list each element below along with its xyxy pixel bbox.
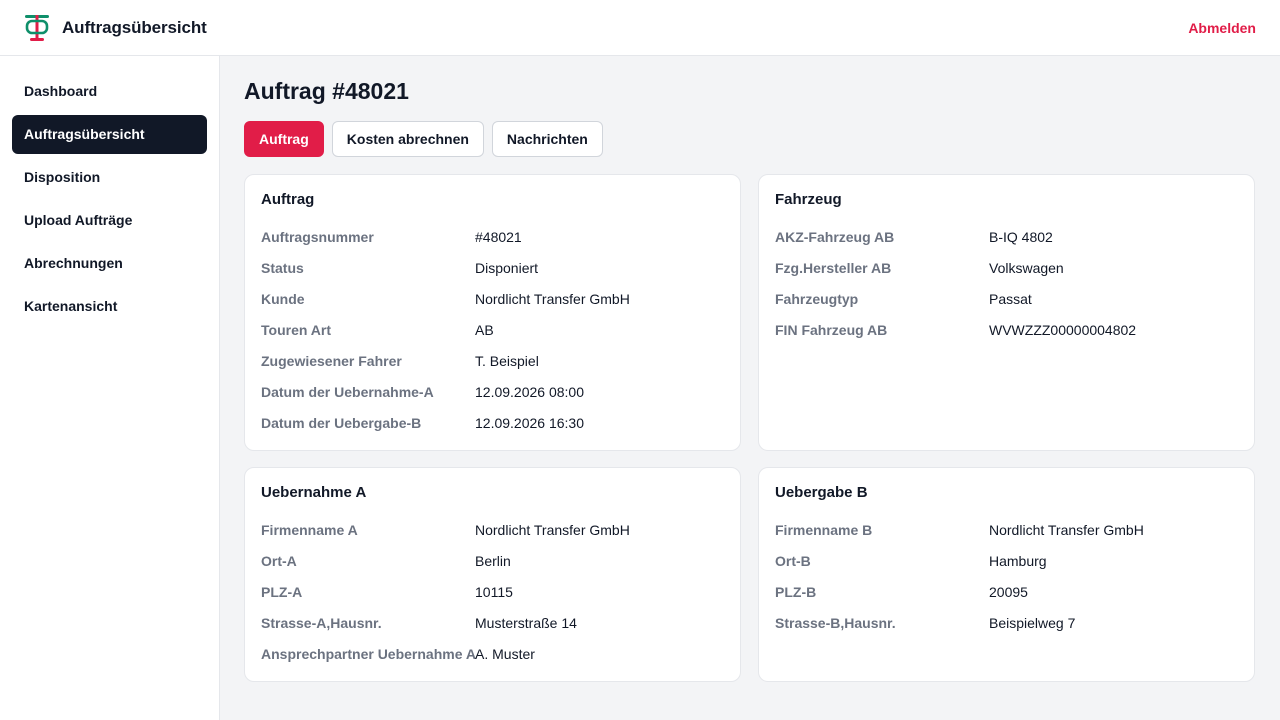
- detail-row: PLZ-A 10115: [261, 576, 724, 607]
- field-value: 10115: [475, 583, 513, 600]
- page-title: Auftrag #48021: [244, 78, 409, 104]
- sidebar-item-abrechnungen[interactable]: Abrechnungen: [12, 244, 207, 283]
- sidebar-item-dashboard[interactable]: Dashboard: [12, 72, 207, 111]
- field-value: Beispielweg 7: [989, 614, 1076, 631]
- main-content: Auftrag #48021 Auftrag Kosten abrechnen …: [244, 56, 1256, 682]
- detail-row: PLZ-B 20095: [775, 576, 1238, 607]
- detail-row: Datum der Uebergabe-B 12.09.2026 16:30: [261, 407, 724, 438]
- field-value: Berlin: [475, 552, 511, 569]
- field-label: Status: [261, 259, 304, 276]
- card-title: Uebernahme A: [261, 484, 367, 501]
- sidebar-item-upload-auftraege[interactable]: Upload Aufträge: [12, 201, 207, 240]
- field-value: T. Beispiel: [475, 352, 539, 369]
- field-value: Passat: [989, 290, 1032, 307]
- card-uebernahme-a: Uebernahme A Firmenname A Nordlicht Tran…: [244, 467, 741, 682]
- detail-row: Fahrzeugtyp Passat: [775, 283, 1238, 314]
- detail-row: Ort-A Berlin: [261, 545, 724, 576]
- field-label: FIN Fahrzeug AB: [775, 321, 888, 338]
- field-label: Ort-B: [775, 552, 811, 569]
- card-auftrag: Auftrag Auftragsnummer #48021 Status Dis…: [244, 174, 741, 451]
- field-value: 12.09.2026 08:00: [475, 383, 584, 400]
- field-value: WVWZZZ00000004802: [989, 321, 1137, 338]
- card-uebergabe-b: Uebergabe B Firmenname B Nordlicht Trans…: [758, 467, 1255, 682]
- tab-bar: Auftrag Kosten abrechnen Nachrichten: [244, 121, 1256, 157]
- field-label: AKZ-Fahrzeug AB: [775, 228, 895, 245]
- detail-row: AKZ-Fahrzeug AB B-IQ 4802: [775, 221, 1238, 252]
- field-label: Fzg.Hersteller AB: [775, 259, 892, 276]
- field-value: Disponiert: [475, 259, 539, 276]
- card-fahrzeug: Fahrzeug AKZ-Fahrzeug AB B-IQ 4802 Fzg.H…: [758, 174, 1255, 451]
- tram-icon: [24, 14, 50, 42]
- card-title: Uebergabe B: [775, 484, 868, 501]
- detail-row: Ort-B Hamburg: [775, 545, 1238, 576]
- detail-row: Strasse-A,Hausnr. Musterstraße 14: [261, 607, 724, 638]
- detail-grid: Auftrag Auftragsnummer #48021 Status Dis…: [244, 174, 1256, 682]
- field-value: Hamburg: [989, 552, 1047, 569]
- field-value: Nordlicht Transfer GmbH: [475, 521, 630, 538]
- detail-row: Auftragsnummer #48021: [261, 221, 724, 252]
- field-value: 12.09.2026 16:30: [475, 414, 584, 431]
- detail-row: Strasse-B,Hausnr. Beispielweg 7: [775, 607, 1238, 638]
- field-label: Datum der Uebergabe-B: [261, 414, 422, 431]
- detail-row: Kunde Nordlicht Transfer GmbH: [261, 283, 724, 314]
- tab-nachrichten[interactable]: Nachrichten: [491, 121, 603, 157]
- field-label: Firmenname B: [775, 521, 873, 538]
- field-label: Strasse-B,Hausnr.: [775, 614, 896, 631]
- tab-auftrag[interactable]: Auftrag: [244, 121, 324, 157]
- field-value: Nordlicht Transfer GmbH: [989, 521, 1144, 538]
- field-label: PLZ-A: [261, 583, 303, 600]
- detail-row: Firmenname A Nordlicht Transfer GmbH: [261, 514, 724, 545]
- detail-row: FIN Fahrzeug AB WVWZZZ00000004802: [775, 314, 1238, 345]
- card-title: Auftrag: [261, 191, 315, 208]
- sidebar-item-auftragsuebersicht[interactable]: Auftragsübersicht: [12, 115, 207, 154]
- field-label: Auftragsnummer: [261, 228, 374, 245]
- sidebar-item-disposition[interactable]: Disposition: [12, 158, 207, 197]
- field-label: Touren Art: [261, 321, 331, 338]
- detail-row: Fzg.Hersteller AB Volkswagen: [775, 252, 1238, 283]
- field-label: Firmenname A: [261, 521, 358, 538]
- field-value: Nordlicht Transfer GmbH: [475, 290, 630, 307]
- top-bar: Auftragsübersicht Abmelden: [0, 0, 1280, 56]
- field-label: Kunde: [261, 290, 305, 307]
- field-value: Volkswagen: [989, 259, 1064, 276]
- detail-row: Ansprechpartner Uebernahme A A. Muster: [261, 638, 724, 669]
- sidebar: Dashboard Auftragsübersicht Disposition …: [0, 56, 220, 720]
- detail-row: Firmenname B Nordlicht Transfer GmbH: [775, 514, 1238, 545]
- field-value: A. Muster: [475, 645, 535, 662]
- field-value: AB: [475, 321, 494, 338]
- field-label: Ansprechpartner Uebernahme A: [261, 645, 476, 662]
- field-label: Zugewiesener Fahrer: [261, 352, 402, 369]
- app-title: Auftragsübersicht: [62, 17, 207, 37]
- field-value: 20095: [989, 583, 1028, 600]
- field-value: Musterstraße 14: [475, 614, 577, 631]
- field-value: #48021: [475, 228, 522, 245]
- field-label: Strasse-A,Hausnr.: [261, 614, 382, 631]
- field-label: Ort-A: [261, 552, 297, 569]
- tab-kosten-abrechnen[interactable]: Kosten abrechnen: [331, 121, 484, 157]
- logout-link[interactable]: Abmelden: [1188, 20, 1256, 36]
- field-label: Fahrzeugtyp: [775, 290, 859, 307]
- detail-row: Status Disponiert: [261, 252, 724, 283]
- field-label: Datum der Uebernahme-A: [261, 383, 434, 400]
- field-label: PLZ-B: [775, 583, 817, 600]
- detail-row: Touren Art AB: [261, 314, 724, 345]
- sidebar-item-kartenansicht[interactable]: Kartenansicht: [12, 287, 207, 326]
- detail-row: Zugewiesener Fahrer T. Beispiel: [261, 345, 724, 376]
- brand[interactable]: Auftragsübersicht: [24, 14, 207, 42]
- field-value: B-IQ 4802: [989, 228, 1053, 245]
- detail-row: Datum der Uebernahme-A 12.09.2026 08:00: [261, 376, 724, 407]
- card-title: Fahrzeug: [775, 191, 842, 208]
